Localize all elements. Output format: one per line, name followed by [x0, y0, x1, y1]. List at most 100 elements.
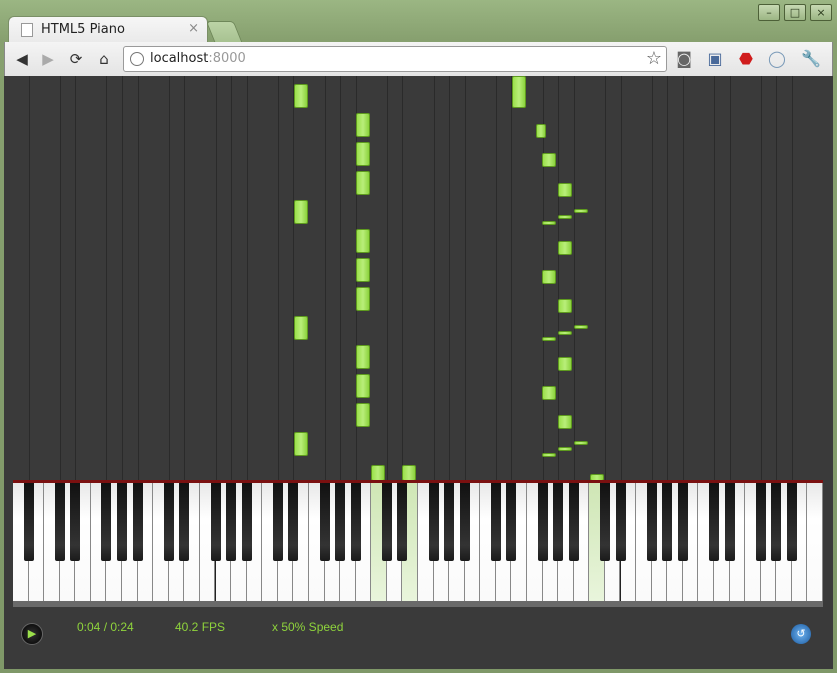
falling-note	[294, 84, 308, 108]
tab-close-icon[interactable]: ×	[188, 21, 199, 36]
back-icon[interactable]: ◀	[11, 48, 33, 70]
black-key[interactable]	[397, 483, 408, 561]
black-key[interactable]	[23, 483, 34, 561]
lane-divider	[137, 76, 139, 481]
black-key[interactable]	[537, 483, 548, 561]
lane-divider	[293, 76, 295, 481]
lane-divider	[620, 76, 622, 481]
lane-divider	[682, 76, 684, 481]
falling-note	[356, 229, 370, 253]
black-key[interactable]	[288, 483, 299, 561]
lane-divider	[433, 76, 435, 481]
extension-circle-icon[interactable]: ◯	[765, 47, 789, 71]
black-key[interactable]	[459, 483, 470, 561]
forward-icon[interactable]: ▶	[37, 48, 59, 70]
address-bar[interactable]: localhost:8000 ☆	[123, 46, 667, 72]
falling-note	[356, 258, 370, 282]
falling-note	[542, 153, 556, 167]
close-window-button[interactable]: ×	[810, 4, 832, 21]
black-key[interactable]	[662, 483, 673, 561]
maximize-button[interactable]: □	[784, 4, 806, 21]
black-key[interactable]	[117, 483, 128, 561]
black-key[interactable]	[226, 483, 237, 561]
falling-note	[512, 76, 526, 108]
black-key[interactable]	[210, 483, 221, 561]
lane-divider	[324, 76, 326, 481]
falling-note	[558, 447, 572, 451]
piano-keyboard[interactable]	[13, 483, 823, 603]
url-text: localhost:8000	[150, 51, 246, 66]
falling-note	[558, 241, 572, 255]
browser-toolbar: ◀ ▶ ⟳ ⌂ localhost:8000 ☆ ◙ ▣ ⬣ ◯ 🔧	[4, 42, 833, 76]
lane-divider	[231, 76, 233, 481]
lane-divider	[386, 76, 388, 481]
black-key[interactable]	[381, 483, 392, 561]
lane-divider	[340, 76, 342, 481]
black-key[interactable]	[272, 483, 283, 561]
black-key[interactable]	[241, 483, 252, 561]
black-key[interactable]	[428, 483, 439, 561]
black-key[interactable]	[755, 483, 766, 561]
repeat-icon[interactable]: ↺	[791, 624, 811, 644]
lane-divider	[246, 76, 248, 481]
black-key[interactable]	[179, 483, 190, 561]
falling-note	[356, 403, 370, 427]
black-key[interactable]	[599, 483, 610, 561]
lane-divider	[651, 76, 653, 481]
black-key[interactable]	[335, 483, 346, 561]
extension-window-icon[interactable]: ▣	[703, 47, 727, 71]
black-key[interactable]	[444, 483, 455, 561]
white-key[interactable]	[807, 483, 823, 601]
black-key[interactable]	[771, 483, 782, 561]
reload-icon[interactable]: ⟳	[65, 48, 87, 70]
minimize-button[interactable]: –	[758, 4, 780, 21]
lane-divider	[573, 76, 575, 481]
falling-note	[574, 209, 588, 213]
extension-glasses-icon[interactable]: ◙	[672, 47, 696, 71]
falling-note	[371, 465, 385, 481]
black-key[interactable]	[163, 483, 174, 561]
falling-note	[294, 432, 308, 456]
globe-icon	[130, 52, 144, 66]
black-key[interactable]	[786, 483, 797, 561]
black-key[interactable]	[506, 483, 517, 561]
black-key[interactable]	[553, 483, 564, 561]
browser-window: – □ × HTML5 Piano × ◀ ▶ ⟳ ⌂ localhost:80…	[0, 0, 837, 673]
black-key[interactable]	[319, 483, 330, 561]
black-key[interactable]	[350, 483, 361, 561]
falling-note	[356, 345, 370, 369]
black-key[interactable]	[708, 483, 719, 561]
black-key[interactable]	[568, 483, 579, 561]
lane-divider	[449, 76, 451, 481]
tab-html5-piano[interactable]: HTML5 Piano ×	[8, 16, 208, 44]
home-icon[interactable]: ⌂	[93, 48, 115, 70]
lane-divider	[791, 76, 793, 481]
time-display: 0:04 / 0:24	[77, 620, 134, 634]
new-tab-button[interactable]	[205, 21, 243, 42]
black-key[interactable]	[724, 483, 735, 561]
black-key[interactable]	[615, 483, 626, 561]
adblock-icon[interactable]: ⬣	[734, 47, 758, 71]
wrench-icon[interactable]: 🔧	[799, 47, 823, 71]
lane-divider	[59, 76, 61, 481]
black-key[interactable]	[54, 483, 65, 561]
falling-note	[294, 316, 308, 340]
falling-note	[294, 200, 308, 224]
black-key[interactable]	[70, 483, 81, 561]
black-key[interactable]	[490, 483, 501, 561]
falling-note	[558, 357, 572, 371]
black-key[interactable]	[677, 483, 688, 561]
falling-note	[574, 441, 588, 445]
piano-canvas: ▶ 0:04 / 0:24 40.2 FPS x 50% Speed ↺	[4, 76, 833, 669]
lane-divider	[28, 76, 30, 481]
tab-title: HTML5 Piano	[41, 22, 125, 37]
lane-divider	[184, 76, 186, 481]
bookmark-star-icon[interactable]: ☆	[646, 48, 662, 69]
play-icon[interactable]: ▶	[21, 623, 43, 645]
black-key[interactable]	[101, 483, 112, 561]
black-key[interactable]	[132, 483, 143, 561]
keyboard-base	[13, 601, 823, 607]
falling-note	[356, 113, 370, 137]
falling-note	[558, 415, 572, 429]
black-key[interactable]	[646, 483, 657, 561]
